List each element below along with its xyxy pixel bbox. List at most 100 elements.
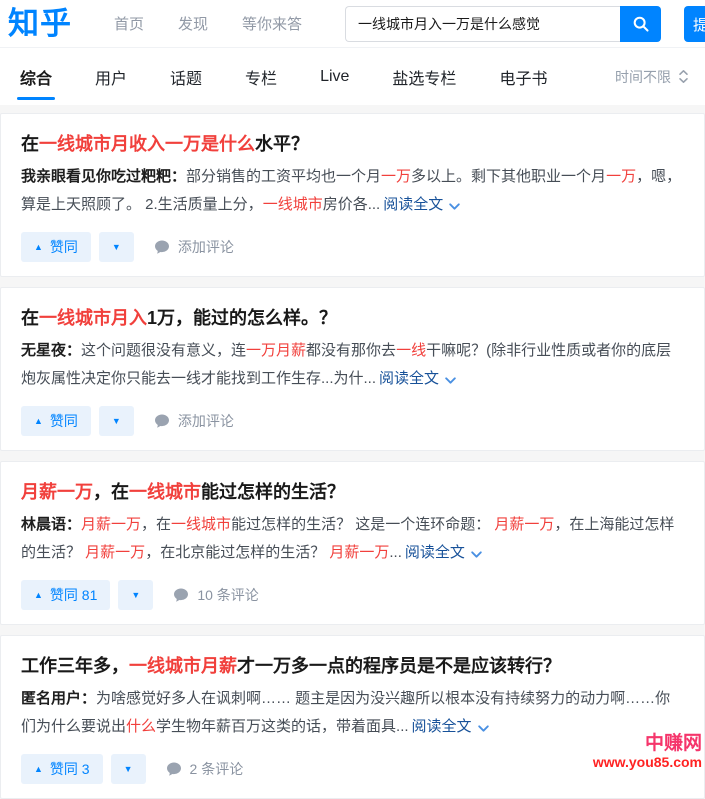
tab-5[interactable]: 盐选专栏 [392,48,456,105]
upvote-button[interactable]: ▲ 赞同 [21,406,91,436]
result-title[interactable]: 在一线城市月入1万，能过的怎么样。？ [21,305,684,331]
snippet-part: ... [389,544,402,561]
top-header: 知乎 首页 发现 等你来答 提 [0,0,705,48]
result-title[interactable]: 在一线城市月收入一万是什么水平？ [21,131,684,157]
read-more-link[interactable]: 阅读全文 [379,365,457,393]
author-name[interactable]: 无星夜： [21,342,81,359]
search-bar [345,6,661,42]
comment-label: 10 条评论 [197,585,258,605]
snippet-part: 部分销售的工资平均也一个月 [186,168,381,185]
result-snippet: 我亲眼看见你吃过粑粑：部分销售的工资平均也一个月一万多以上。剩下其他职业一个月一… [21,163,684,219]
snippet-part: 这个问题很没有意义，连 [81,342,246,359]
tab-0[interactable]: 综合 [20,48,52,105]
result-actions: ▲ 赞同 ▼ 添加评论 [21,232,684,262]
result-actions: ▲ 赞同 81 ▼ 10 条评论 [21,580,684,610]
result-snippet-text: 我亲眼看见你吃过粑粑：部分销售的工资平均也一个月一万多以上。剩下其他职业一个月一… [21,168,681,213]
tab-2[interactable]: 话题 [170,48,202,105]
result-snippet: 无星夜：这个问题很没有意义，连一万月薪都没有那你去一线干嘛呢？(除非行业性质或者… [21,337,684,393]
downvote-button[interactable]: ▼ [99,232,134,262]
page: { "colors": { "accent": "#0084ff", "high… [0,0,705,773]
author-name[interactable]: 我亲眼看见你吃过粑粑： [21,168,186,185]
nav-item-home[interactable]: 首页 [114,13,144,34]
snippet-part: 什么 [126,718,156,735]
comment-button[interactable]: 添加评论 [154,237,234,257]
title-part: 一线城市 [129,482,201,502]
upvote-button[interactable]: ▲ 赞同 3 [21,754,103,784]
search-button[interactable] [620,6,661,42]
upvote-label: 赞同 3 [50,759,90,779]
read-more-link[interactable]: 阅读全文 [405,539,483,567]
upvote-button[interactable]: ▲ 赞同 [21,232,91,262]
comment-bubble-icon [173,587,189,603]
title-part: 在 [21,308,39,328]
upvote-label: 赞同 [50,411,78,431]
downvote-arrow-icon: ▼ [131,591,140,600]
comment-button[interactable]: 添加评论 [154,411,234,431]
time-filter-label: 时间不限 [615,67,671,87]
result-snippet: 匿名用户：为啥感觉好多人在讽刺啊…… 题主是因为没兴趣所以根本没有持续努力的动力… [21,685,684,741]
snippet-part: 月薪一万 [81,516,141,533]
comment-label: 2 条评论 [190,759,244,779]
result-snippet: 林晨语：月薪一万，在一线城市能过怎样的生活？ 这是一个连环命题： 月薪一万，在上… [21,511,684,567]
upvote-arrow-icon: ▲ [34,417,43,426]
result-card: 工作三年多，一线城市月薪才一万多一点的程序员是不是应该转行？ 匿名用户：为啥感觉… [0,635,705,799]
zhihu-logo[interactable]: 知乎 [8,8,72,39]
snippet-part: 一线 [396,342,426,359]
title-part: 在 [21,134,39,154]
comment-label: 添加评论 [178,411,234,431]
comment-bubble-icon [166,761,182,777]
upvote-label: 赞同 [50,237,78,257]
read-more-link[interactable]: 阅读全文 [412,713,490,741]
read-more-link[interactable]: 阅读全文 [383,191,461,219]
downvote-button[interactable]: ▼ [99,406,134,436]
upvote-button[interactable]: ▲ 赞同 81 [21,580,110,610]
snippet-part: 月薪一万 [85,544,145,561]
author-name[interactable]: 林晨语： [21,516,81,533]
tab-3[interactable]: 专栏 [245,48,277,105]
title-part: 能过怎样的生活？ [201,482,345,502]
result-actions: ▲ 赞同 ▼ 添加评论 [21,406,684,436]
snippet-part: 一万月薪 [246,342,306,359]
downvote-button[interactable]: ▼ [118,580,153,610]
snippet-part: 能过怎样的生活？ 这是一个连环命题： [231,516,494,533]
result-card: 月薪一万，在一线城市能过怎样的生活？ 林晨语：月薪一万，在一线城市能过怎样的生活… [0,461,705,625]
snippet-part: ，在 [141,516,171,533]
snippet-part: 都没有那你去 [306,342,396,359]
snippet-part: 一万 [381,168,411,185]
result-snippet-text: 林晨语：月薪一万，在一线城市能过怎样的生活？ 这是一个连环命题： 月薪一万，在上… [21,516,674,561]
results-list: 在一线城市月收入一万是什么水平？ 我亲眼看见你吃过粑粑：部分销售的工资平均也一个… [0,105,705,799]
comment-button[interactable]: 10 条评论 [173,585,258,605]
tab-4[interactable]: Live [320,48,349,105]
author-name[interactable]: 匿名用户： [21,690,96,707]
snippet-part: 月薪一万 [329,544,389,561]
nav-item-discover[interactable]: 发现 [178,13,208,34]
title-part: 一线城市月收入一万是什么 [39,134,255,154]
sort-chevrons-icon [678,69,689,84]
snippet-part: 一线城市 [263,196,323,213]
nav-item-waiting-answer[interactable]: 等你来答 [242,13,302,34]
tab-1[interactable]: 用户 [95,48,127,105]
upvote-arrow-icon: ▲ [34,243,43,252]
snippet-part: 月薪一万 [494,516,554,533]
title-part: ，在 [93,482,129,502]
downvote-button[interactable]: ▼ [111,754,146,784]
result-card: 在一线城市月入1万，能过的怎么样。？ 无星夜：这个问题很没有意义，连一万月薪都没… [0,287,705,451]
upvote-arrow-icon: ▲ [34,591,43,600]
downvote-arrow-icon: ▼ [112,417,121,426]
result-snippet-text: 匿名用户：为啥感觉好多人在讽刺啊…… 题主是因为没兴趣所以根本没有持续努力的动力… [21,690,670,735]
comment-label: 添加评论 [178,237,234,257]
result-title[interactable]: 工作三年多，一线城市月薪才一万多一点的程序员是不是应该转行？ [21,653,684,679]
title-part: 才一万多一点的程序员是不是应该转行？ [237,656,561,676]
tab-6[interactable]: 电子书 [499,48,547,105]
comment-button[interactable]: 2 条评论 [166,759,244,779]
search-input[interactable] [345,6,620,42]
search-tabs: 综合用户话题专栏 Live 盐选专栏电子书 时间不限 [0,48,705,105]
result-title[interactable]: 月薪一万，在一线城市能过怎样的生活？ [21,479,684,505]
snippet-part: ，在北京能过怎样的生活？ [145,544,329,561]
result-snippet-text: 无星夜：这个问题很没有意义，连一万月薪都没有那你去一线干嘛呢？(除非行业性质或者… [21,342,671,387]
snippet-part: 一线城市 [171,516,231,533]
read-more-label: 阅读全文 [383,191,443,219]
time-filter-dropdown[interactable]: 时间不限 [615,67,689,87]
ask-question-button[interactable]: 提 [684,6,705,42]
result-actions: ▲ 赞同 3 ▼ 2 条评论 [21,754,684,784]
